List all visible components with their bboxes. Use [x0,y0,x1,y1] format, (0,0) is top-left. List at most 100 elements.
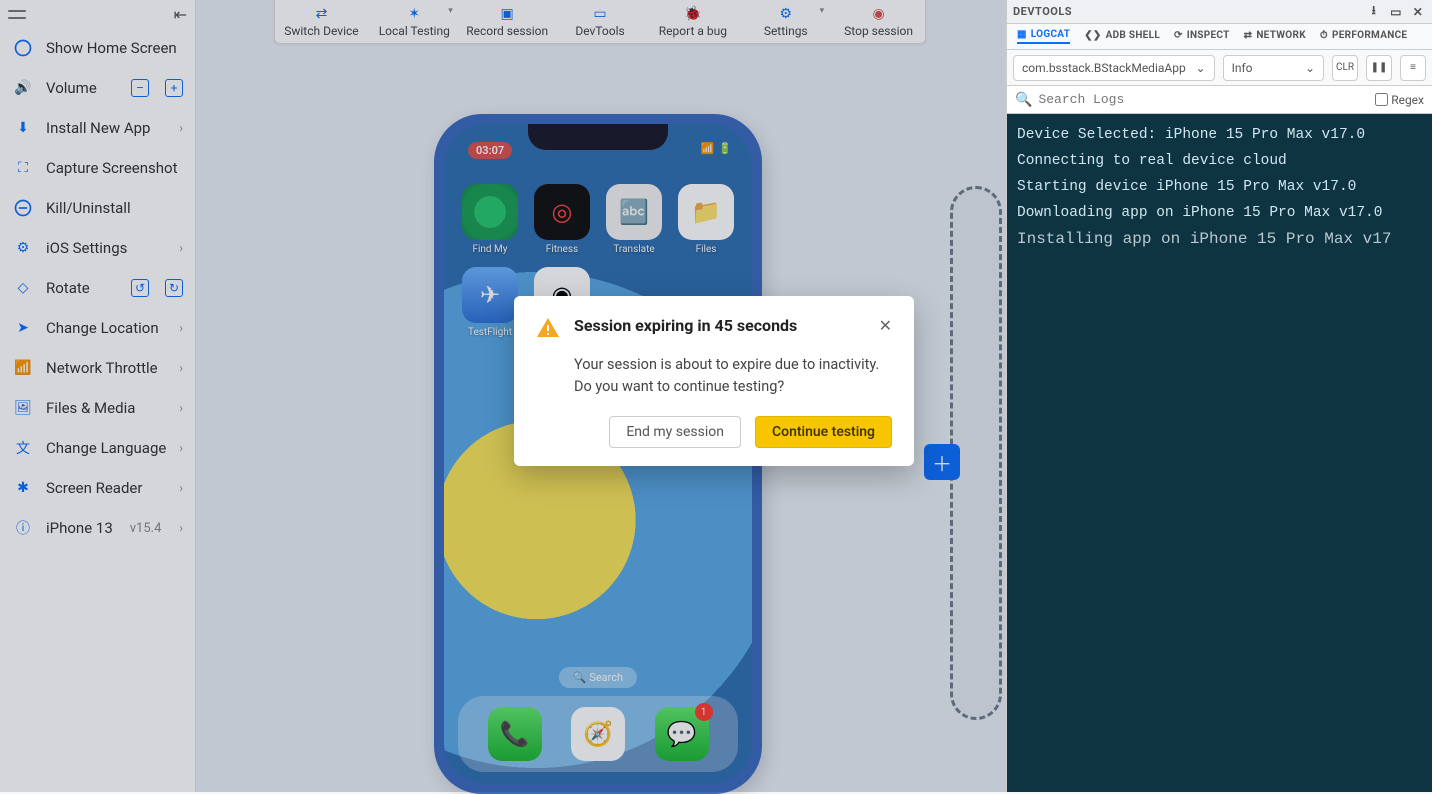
sidebar-item-label: Files & Media [46,399,167,417]
sidebar-item-label: Capture Screenshot [46,159,183,177]
window-icon: ▭ [593,6,606,22]
search-logs-input[interactable] [1038,92,1369,107]
dock-app-phoneapp[interactable]: 📞 [488,707,542,761]
tab-label: PERFORMANCE [1332,30,1407,41]
session-expiry-modal: Session expiring in 45 seconds ✕ Your se… [514,296,914,466]
devtools-tab-performance[interactable]: ⏱ PERFORMANCE [1320,30,1407,43]
regex-toggle[interactable]: Regex [1375,93,1424,107]
app-translate[interactable]: 🔤Translate [602,184,666,255]
sidebar-item-label: Network Throttle [46,359,167,377]
chevron-right-icon: › [179,401,183,415]
switch-device-button[interactable]: ⇄ Switch Device [275,0,368,43]
sidebar-item-screenshot[interactable]: ⛶ Capture Screenshot [0,148,195,188]
regex-checkbox[interactable] [1375,93,1388,106]
devtools-tab-inspect[interactable]: ⟳INSPECT [1174,30,1230,43]
chevron-right-icon: › [179,361,183,375]
rotate-icon: ◇ [12,277,34,299]
search-icon: 🔍 [1015,92,1032,108]
clear-logs-button[interactable]: CLR [1332,55,1358,81]
record-session-button[interactable]: ▣ Record session [461,0,554,43]
toolbar-label: Stop session [844,24,913,38]
local-testing-button[interactable]: ✶ ▾ Local Testing [368,0,461,43]
minus-circle-icon [12,197,34,219]
app-label: TestFlight [468,327,512,338]
sidebar-item-screenreader[interactable]: ✱ Screen Reader › [0,468,195,508]
sidebar-item-label: Show Home Screen [46,39,183,57]
tab-label: LOGCAT [1031,29,1070,40]
app-find-my[interactable]: Find My [458,184,522,255]
toolbar-label: Switch Device [284,24,358,38]
download-icon: ⬇ [12,117,34,139]
dock-app-safari[interactable]: 🧭 [571,707,625,761]
modal-close-button[interactable]: ✕ [879,316,892,335]
devtools-tab-adb-shell[interactable]: ❮❯ADB SHELL [1084,30,1160,43]
log-output[interactable]: Device Selected: iPhone 15 Pro Max v17.0… [1007,114,1432,792]
chevron-right-icon: › [179,481,183,495]
sidebar-item-install[interactable]: ⬇ Install New App › [0,108,195,148]
devtools-tab-network[interactable]: ⇄NETWORK [1244,30,1306,43]
drag-handle-icon[interactable] [8,7,26,21]
devtools-tabs: ▦ LOGCAT ❮❯ADB SHELL ⟳INSPECT ⇄NETWORK ⏱ PERFO… [1007,24,1432,50]
devtools-button[interactable]: ▭ DevTools [554,0,647,43]
sidebar-item-location[interactable]: ➤ Change Location › [0,308,195,348]
tab-icon: ⏱ [1320,30,1328,41]
tab-icon: ❮❯ [1084,30,1101,41]
wrap-logs-button[interactable]: ≡ [1400,55,1426,81]
tab-label: INSPECT [1187,30,1230,41]
app-fitness[interactable]: ◎Fitness [530,184,594,255]
sidebar-item-files[interactable]: 🖼 Files & Media › [0,388,195,428]
app-files[interactable]: 📁Files [674,184,738,255]
sidebar-item-ios-settings[interactable]: ⚙ iOS Settings › [0,228,195,268]
devtools-tab-logcat[interactable]: ▦ LOGCAT [1017,29,1070,44]
settings-button[interactable]: ⚙ ▾ Settings [739,0,832,43]
report-bug-button[interactable]: 🐞 Report a bug [646,0,739,43]
log-level-select[interactable]: Info ⌄ [1223,55,1324,81]
sidebar-item-label: Screen Reader [46,479,167,497]
tab-icon: ▦ [1017,29,1027,40]
regex-label: Regex [1391,93,1424,107]
continue-testing-button[interactable]: Continue testing [755,416,892,448]
sidebar-item-home[interactable]: Show Home Screen [0,28,195,68]
add-fab-button[interactable]: ＋ [924,444,960,480]
tab-icon: ⇄ [1244,30,1253,41]
sidebar-item-language[interactable]: 文 Change Language › [0,428,195,468]
log-level-value: Info [1232,61,1253,75]
rotate-ccw-button[interactable]: ↺ [131,279,149,297]
app-testflight[interactable]: ✈TestFlight [458,267,522,338]
stop-session-button[interactable]: ◉ Stop session [832,0,925,43]
notification-badge: 1 [695,703,713,721]
sidebar-item-device-info[interactable]: ⓘ iPhone 13 v15.4 › [0,508,195,548]
image-icon: 🖼 [12,397,34,419]
sidebar-item-label: Rotate [46,279,119,297]
end-session-button[interactable]: End my session [609,416,741,448]
dock-icon[interactable]: ▭ [1388,4,1404,20]
sidebar-item-label: Volume [46,79,119,97]
sidebar-item-network[interactable]: 📶 Network Throttle › [0,348,195,388]
pause-logs-button[interactable]: ❚❚ [1366,55,1392,81]
phone-dock: 📞 🧭 💬1 [458,696,738,772]
download-icon[interactable]: ⭳ [1366,4,1382,20]
collapse-icon[interactable]: ⇤ [174,5,187,24]
modal-title: Session expiring in 45 seconds [574,316,865,335]
devtools-search-row: 🔍 Regex [1007,86,1432,114]
device-version: v15.4 [130,521,162,536]
dock-app-messages[interactable]: 💬1 [655,707,709,761]
app-icon: ◎ [534,184,590,240]
chevron-down-icon: ⌄ [1196,61,1206,75]
home-search-pill[interactable]: 🔍 Search [559,667,637,688]
close-icon[interactable]: ✕ [1410,4,1426,20]
chevron-right-icon: › [179,521,183,535]
gear-icon: ⚙ [779,6,792,22]
chevron-down-icon: ▾ [820,6,825,16]
sidebar: ⇤ Show Home Screen 🔊 Volume – + ⬇ Instal… [0,0,196,792]
gear-icon: ⚙ [12,237,34,259]
status-time: 03:07 [468,142,512,159]
volume-up-button[interactable]: + [165,79,183,97]
volume-down-button[interactable]: – [131,79,149,97]
rotate-cw-button[interactable]: ↻ [165,279,183,297]
package-select[interactable]: com.bsstack.BStackMediaApp ⌄ [1013,55,1215,81]
sidebar-item-kill[interactable]: Kill/Uninstall [0,188,195,228]
app-icon [462,184,518,240]
modal-body: Your session is about to expire due to i… [574,354,892,398]
chevron-right-icon: › [179,321,183,335]
